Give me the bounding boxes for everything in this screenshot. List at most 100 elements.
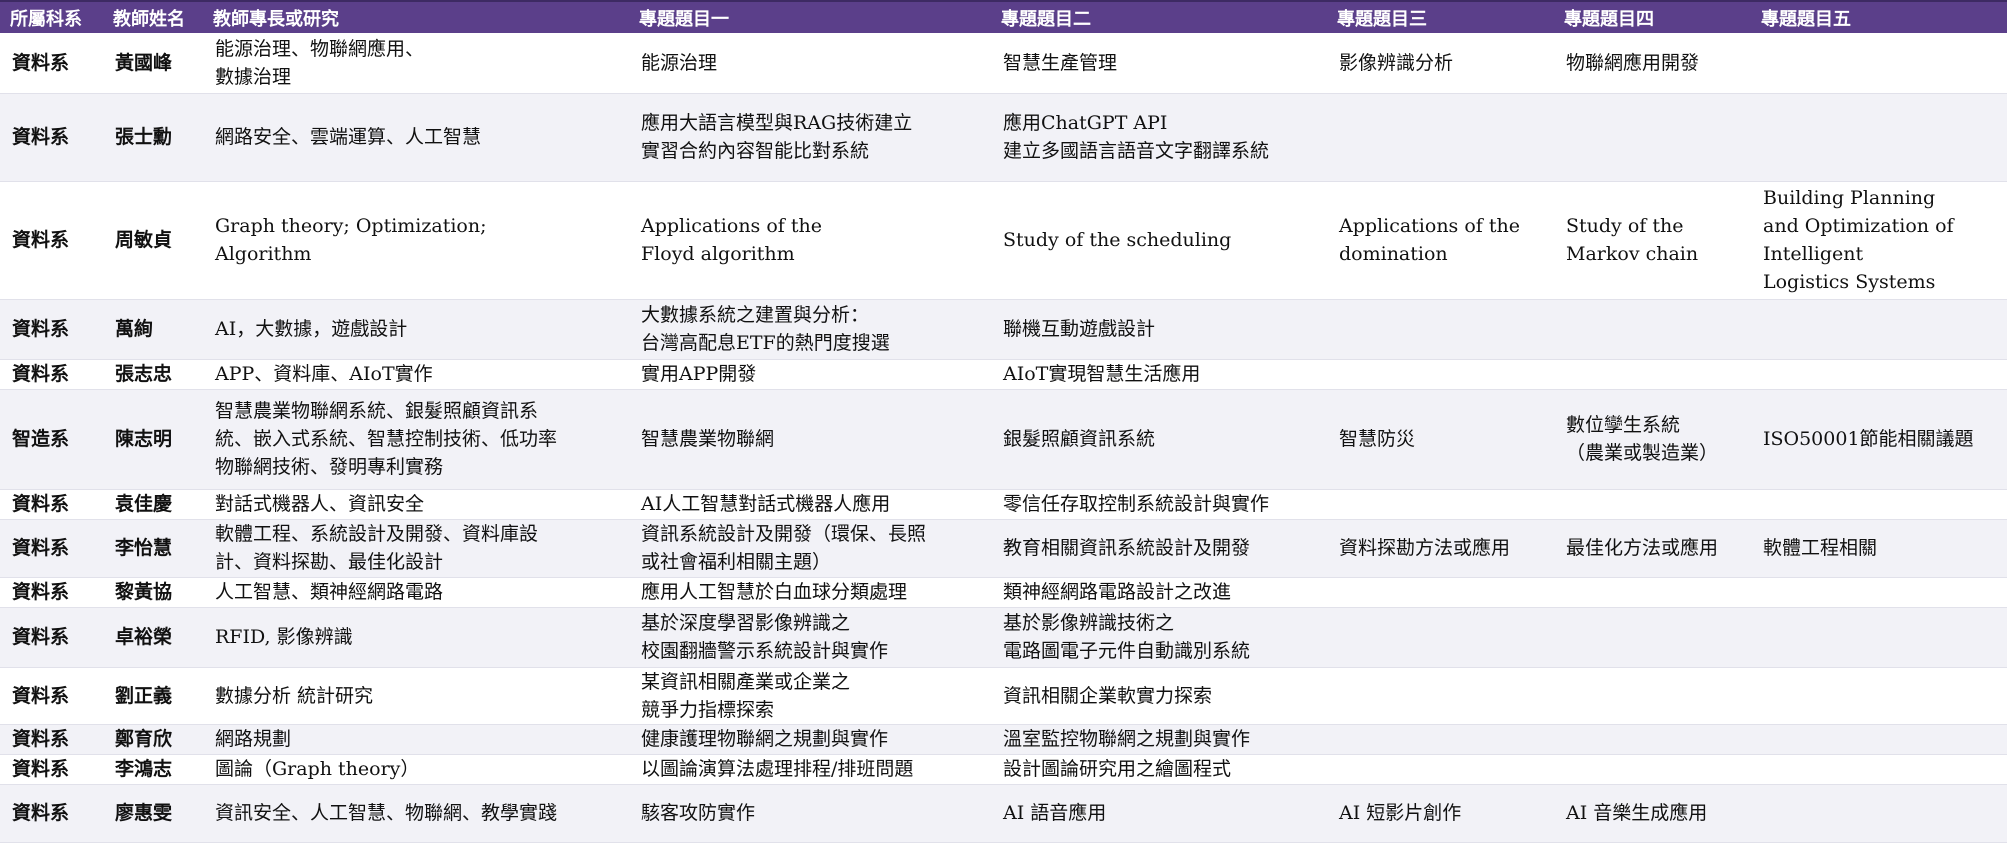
department-cell[interactable]: 資料系: [0, 607, 103, 668]
topic-4-cell[interactable]: [1554, 724, 1751, 755]
topic-1-cell[interactable]: 智慧農業物聯網: [629, 389, 991, 490]
topic-4-cell[interactable]: [1554, 754, 1751, 785]
expertise-cell[interactable]: 能源治理、物聯網應用、 數據治理: [203, 33, 629, 94]
topic-2-cell[interactable]: 智慧生產管理: [991, 33, 1327, 94]
expertise-cell[interactable]: RFID, 影像辨識: [203, 607, 629, 668]
topic-4-cell[interactable]: [1554, 667, 1751, 725]
topic-1-cell[interactable]: 以圖論演算法處理排程/排班問題: [629, 754, 991, 785]
teacher-name-cell[interactable]: 劉正義: [103, 667, 203, 725]
topic-5-cell[interactable]: [1751, 93, 2007, 182]
department-cell[interactable]: 資料系: [0, 784, 103, 843]
teacher-name-cell[interactable]: 張志忠: [103, 359, 203, 390]
topic-1-cell[interactable]: 健康護理物聯網之規劃與實作: [629, 724, 991, 755]
topic-1-cell[interactable]: 應用人工智慧於白血球分類處理: [629, 577, 991, 608]
topic-5-cell[interactable]: 軟體工程相關: [1751, 519, 2007, 578]
expertise-cell[interactable]: 圖論（Graph theory）: [203, 754, 629, 785]
department-cell[interactable]: 資料系: [0, 359, 103, 390]
department-cell[interactable]: 資料系: [0, 299, 103, 360]
topic-5-cell[interactable]: [1751, 359, 2007, 390]
teacher-name-cell[interactable]: 袁佳慶: [103, 489, 203, 520]
teacher-name-cell[interactable]: 周敏貞: [103, 181, 203, 300]
expertise-cell[interactable]: 軟體工程、系統設計及開發、資料庫設 計、資料探勘、最佳化設計: [203, 519, 629, 578]
teacher-name-cell[interactable]: 李怡慧: [103, 519, 203, 578]
topic-5-cell[interactable]: [1751, 299, 2007, 360]
expertise-cell[interactable]: AI，大數據，遊戲設計: [203, 299, 629, 360]
topic-3-cell[interactable]: [1327, 93, 1554, 182]
topic-1-cell[interactable]: AI人工智慧對話式機器人應用: [629, 489, 991, 520]
department-cell[interactable]: 資料系: [0, 667, 103, 725]
topic-2-cell[interactable]: 銀髮照顧資訊系統: [991, 389, 1327, 490]
topic-2-cell[interactable]: 資訊相關企業軟實力探索: [991, 667, 1327, 725]
topic-4-cell[interactable]: [1554, 299, 1751, 360]
header-teacher-name[interactable]: 教師姓名: [103, 0, 203, 33]
topic-4-cell[interactable]: 數位孿生系統 （農業或製造業）: [1554, 389, 1751, 490]
topic-3-cell[interactable]: [1327, 359, 1554, 390]
topic-3-cell[interactable]: [1327, 724, 1554, 755]
teacher-name-cell[interactable]: 張士勳: [103, 93, 203, 182]
topic-5-cell[interactable]: ISO50001節能相關議題: [1751, 389, 2007, 490]
teacher-name-cell[interactable]: 萬絢: [103, 299, 203, 360]
topic-5-cell[interactable]: [1751, 784, 2007, 843]
teacher-name-cell[interactable]: 黃國峰: [103, 33, 203, 94]
expertise-cell[interactable]: 對話式機器人、資訊安全: [203, 489, 629, 520]
topic-2-cell[interactable]: 基於影像辨識技術之 電路圖電子元件自動識別系統: [991, 607, 1327, 668]
topic-2-cell[interactable]: AIoT實現智慧生活應用: [991, 359, 1327, 390]
topic-5-cell[interactable]: [1751, 607, 2007, 668]
topic-3-cell[interactable]: Applications of the domination: [1327, 181, 1554, 300]
topic-3-cell[interactable]: [1327, 299, 1554, 360]
topic-5-cell[interactable]: [1751, 724, 2007, 755]
header-expertise[interactable]: 教師專長或研究: [203, 0, 629, 33]
topic-4-cell[interactable]: 最佳化方法或應用: [1554, 519, 1751, 578]
expertise-cell[interactable]: 網路安全、雲端運算、人工智慧: [203, 93, 629, 182]
expertise-cell[interactable]: 網路規劃: [203, 724, 629, 755]
topic-4-cell[interactable]: [1554, 577, 1751, 608]
header-topic-2[interactable]: 專題題目二: [991, 0, 1327, 33]
teacher-name-cell[interactable]: 黎黃協: [103, 577, 203, 608]
topic-2-cell[interactable]: Study of the scheduling: [991, 181, 1327, 300]
teacher-name-cell[interactable]: 卓裕榮: [103, 607, 203, 668]
topic-3-cell[interactable]: [1327, 577, 1554, 608]
topic-5-cell[interactable]: [1751, 667, 2007, 725]
header-topic-4[interactable]: 專題題目四: [1554, 0, 1751, 33]
topic-1-cell[interactable]: Applications of the Floyd algorithm: [629, 181, 991, 300]
expertise-cell[interactable]: 資訊安全、人工智慧、物聯網、教學實踐: [203, 784, 629, 843]
topic-2-cell[interactable]: 溫室監控物聯網之規劃與實作: [991, 724, 1327, 755]
topic-4-cell[interactable]: [1554, 359, 1751, 390]
topic-2-cell[interactable]: 設計圖論研究用之繪圖程式: [991, 754, 1327, 785]
topic-2-cell[interactable]: 零信任存取控制系統設計與實作: [991, 489, 1327, 520]
teacher-name-cell[interactable]: 廖惠雯: [103, 784, 203, 843]
department-cell[interactable]: 資料系: [0, 519, 103, 578]
header-topic-3[interactable]: 專題題目三: [1327, 0, 1554, 33]
topic-1-cell[interactable]: 基於深度學習影像辨識之 校園翻牆警示系統設計與實作: [629, 607, 991, 668]
topic-3-cell[interactable]: 資料探勘方法或應用: [1327, 519, 1554, 578]
topic-1-cell[interactable]: 實用APP開發: [629, 359, 991, 390]
department-cell[interactable]: 資料系: [0, 489, 103, 520]
topic-2-cell[interactable]: 教育相關資訊系統設計及開發: [991, 519, 1327, 578]
teacher-name-cell[interactable]: 鄭育欣: [103, 724, 203, 755]
topic-4-cell[interactable]: 物聯網應用開發: [1554, 33, 1751, 94]
topic-3-cell[interactable]: AI 短影片創作: [1327, 784, 1554, 843]
topic-4-cell[interactable]: [1554, 607, 1751, 668]
topic-4-cell[interactable]: AI 音樂生成應用: [1554, 784, 1751, 843]
topic-1-cell[interactable]: 應用大語言模型與RAG技術建立 實習合約內容智能比對系統: [629, 93, 991, 182]
topic-2-cell[interactable]: AI 語音應用: [991, 784, 1327, 843]
topic-5-cell[interactable]: [1751, 489, 2007, 520]
topic-4-cell[interactable]: [1554, 93, 1751, 182]
department-cell[interactable]: 資料系: [0, 754, 103, 785]
topic-2-cell[interactable]: 應用ChatGPT API 建立多國語言語音文字翻譯系統: [991, 93, 1327, 182]
topic-5-cell[interactable]: [1751, 33, 2007, 94]
topic-4-cell[interactable]: [1554, 489, 1751, 520]
department-cell[interactable]: 資料系: [0, 93, 103, 182]
topic-5-cell[interactable]: [1751, 577, 2007, 608]
topic-3-cell[interactable]: [1327, 489, 1554, 520]
expertise-cell[interactable]: 數據分析 統計研究: [203, 667, 629, 725]
teacher-name-cell[interactable]: 李鴻志: [103, 754, 203, 785]
topic-3-cell[interactable]: 智慧防災: [1327, 389, 1554, 490]
header-topic-5[interactable]: 專題題目五: [1751, 0, 2007, 33]
topic-1-cell[interactable]: 資訊系統設計及開發（環保、長照 或社會福利相關主題）: [629, 519, 991, 578]
topic-4-cell[interactable]: Study of the Markov chain: [1554, 181, 1751, 300]
header-department[interactable]: 所屬科系: [0, 0, 103, 33]
topic-1-cell[interactable]: 某資訊相關產業或企業之 競爭力指標探索: [629, 667, 991, 725]
topic-3-cell[interactable]: [1327, 607, 1554, 668]
topic-3-cell[interactable]: [1327, 667, 1554, 725]
